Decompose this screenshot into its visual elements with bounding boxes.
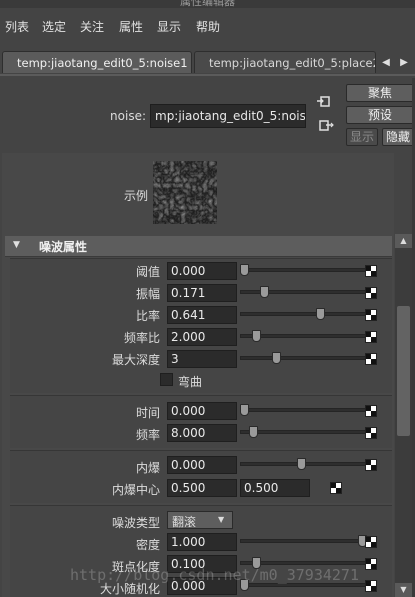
ratio-field[interactable]: 0.641 (167, 306, 237, 324)
noise-sample-swatch (153, 161, 217, 224)
frequency-ratio-map-icon[interactable] (365, 331, 377, 343)
tab-noise1[interactable]: temp:jiaotang_edit0_5:noise1 (2, 51, 192, 73)
implode-field[interactable]: 0.000 (167, 456, 237, 474)
noise-type-dropdown[interactable]: 翻滚 ▼ (167, 511, 233, 529)
threshold-map-icon[interactable] (365, 265, 377, 277)
ratio-label: 比率 (135, 309, 160, 323)
focus-button[interactable]: 聚焦 (346, 84, 414, 102)
implode-map-icon[interactable] (365, 459, 377, 471)
menu-help[interactable]: 帮助 (196, 18, 220, 35)
threshold-field[interactable]: 0.000 (167, 262, 237, 280)
ratio-map-icon[interactable] (365, 309, 377, 321)
implode-label: 内爆 (135, 461, 160, 475)
frequency-slider[interactable] (240, 430, 367, 434)
tab-label: temp:jiaotang_edit0_5:noise1 (17, 56, 188, 70)
inflection-label: 弯曲 (178, 375, 203, 389)
amplitude-slider-thumb[interactable] (260, 286, 270, 298)
amplitude-field[interactable]: 0.171 (167, 284, 237, 302)
threshold-slider-thumb[interactable] (240, 264, 249, 276)
amplitude-slider[interactable] (240, 290, 367, 294)
max-depth-slider-thumb[interactable] (271, 352, 281, 364)
time-label: 时间 (135, 406, 160, 420)
threshold-label: 阈值 (135, 265, 160, 279)
density-label: 密度 (135, 538, 160, 552)
threshold-slider[interactable] (240, 268, 367, 272)
frequency-ratio-field[interactable]: 2.000 (167, 328, 237, 346)
time-slider-thumb[interactable] (240, 404, 249, 416)
ratio-slider-thumb[interactable] (315, 308, 325, 320)
density-field[interactable]: 1.000 (167, 533, 237, 551)
vertical-scrollbar[interactable]: ▲ ▼ (395, 234, 412, 597)
max-depth-label: 最大深度 (111, 353, 160, 367)
implode-center-label: 内爆中心 (111, 483, 160, 497)
tab-label: temp:jiaotang_edit0_5:place2d (209, 56, 376, 70)
implode-slider-thumb[interactable] (296, 458, 306, 470)
tab-place2d[interactable]: temp:jiaotang_edit0_5:place2d (194, 51, 376, 73)
output-connections-icon[interactable] (318, 119, 334, 133)
implode-center-map-icon[interactable] (330, 482, 342, 494)
collapse-triangle-icon: ▼ (13, 240, 20, 250)
time-field[interactable]: 0.000 (167, 402, 237, 420)
show-button[interactable]: 显示 (346, 128, 378, 146)
watermark-text: http://blog.csdn.net/m0_37934271 (70, 566, 359, 584)
max-depth-map-icon[interactable] (365, 353, 377, 365)
density-slider[interactable] (240, 539, 367, 543)
node-name-field[interactable]: mp:jiaotang_edit0_5:noise1 (150, 104, 306, 128)
max-depth-field[interactable]: 3 (167, 350, 237, 368)
size-rand-map-icon[interactable] (365, 580, 377, 592)
frequency-field[interactable]: 8.000 (167, 424, 237, 442)
scroll-up-icon[interactable]: ▲ (395, 234, 412, 248)
spottyness-map-icon[interactable] (365, 558, 377, 570)
time-slider[interactable] (240, 408, 367, 412)
noise-main-group: 阈值 0.000 振幅 0.171 比率 0.641 频率比 2.000 最大深… (10, 258, 392, 393)
scroll-thumb[interactable] (397, 306, 410, 436)
menu-show[interactable]: 显示 (157, 18, 181, 35)
menu-focus[interactable]: 关注 (80, 18, 104, 35)
time-group: 时间 0.000 频率 8.000 (10, 395, 392, 448)
max-depth-slider[interactable] (240, 356, 367, 360)
noise-type-value: 翻滚 (172, 515, 197, 529)
tab-divider (0, 74, 415, 76)
menu-select[interactable]: 选定 (42, 18, 66, 35)
dropdown-arrow-icon: ▼ (218, 515, 225, 524)
implode-center-y-field[interactable]: 0.500 (240, 479, 310, 497)
input-connections-icon[interactable] (316, 95, 332, 109)
tab-scroll-left-icon[interactable]: ◀ (378, 55, 394, 71)
noise-type-label: 噪波类型 (111, 516, 160, 530)
frequency-slider-thumb[interactable] (249, 426, 259, 438)
amplitude-label: 振幅 (135, 287, 160, 301)
title-bar: 属性编辑器 (0, 0, 415, 8)
sample-label: 示例 (123, 189, 148, 203)
noise-attributes-header[interactable]: ▼ 噪波属性 (5, 236, 392, 257)
preset-button[interactable]: 预设 (346, 106, 414, 124)
implode-group: 内爆 0.000 内爆中心 0.500 0.500 (10, 450, 392, 503)
implode-center-x-field[interactable]: 0.500 (167, 479, 237, 497)
node-name-value: mp:jiaotang_edit0_5:noise1 (155, 109, 306, 123)
menu-list[interactable]: 列表 (5, 18, 29, 35)
menu-attributes[interactable]: 属性 (119, 18, 143, 35)
inflection-checkbox[interactable] (160, 373, 173, 386)
frequency-ratio-label: 频率比 (123, 331, 160, 345)
window-title: 属性编辑器 (180, 0, 235, 8)
tab-scroll-right-icon[interactable]: ▶ (396, 55, 412, 71)
density-map-icon[interactable] (365, 536, 377, 548)
frequency-label: 频率 (135, 428, 160, 442)
frequency-map-icon[interactable] (365, 427, 377, 439)
scroll-down-icon[interactable]: ▼ (395, 583, 412, 597)
ratio-slider[interactable] (240, 312, 367, 316)
node-type-label: noise: (110, 109, 146, 123)
time-map-icon[interactable] (365, 405, 377, 417)
frequency-ratio-slider-thumb[interactable] (251, 330, 261, 342)
hide-button[interactable]: 隐藏 (382, 128, 414, 146)
amplitude-map-icon[interactable] (365, 287, 377, 299)
menu-bar: 列表 选定 关注 属性 显示 帮助 (0, 10, 415, 38)
section-title: 噪波属性 (39, 240, 88, 254)
